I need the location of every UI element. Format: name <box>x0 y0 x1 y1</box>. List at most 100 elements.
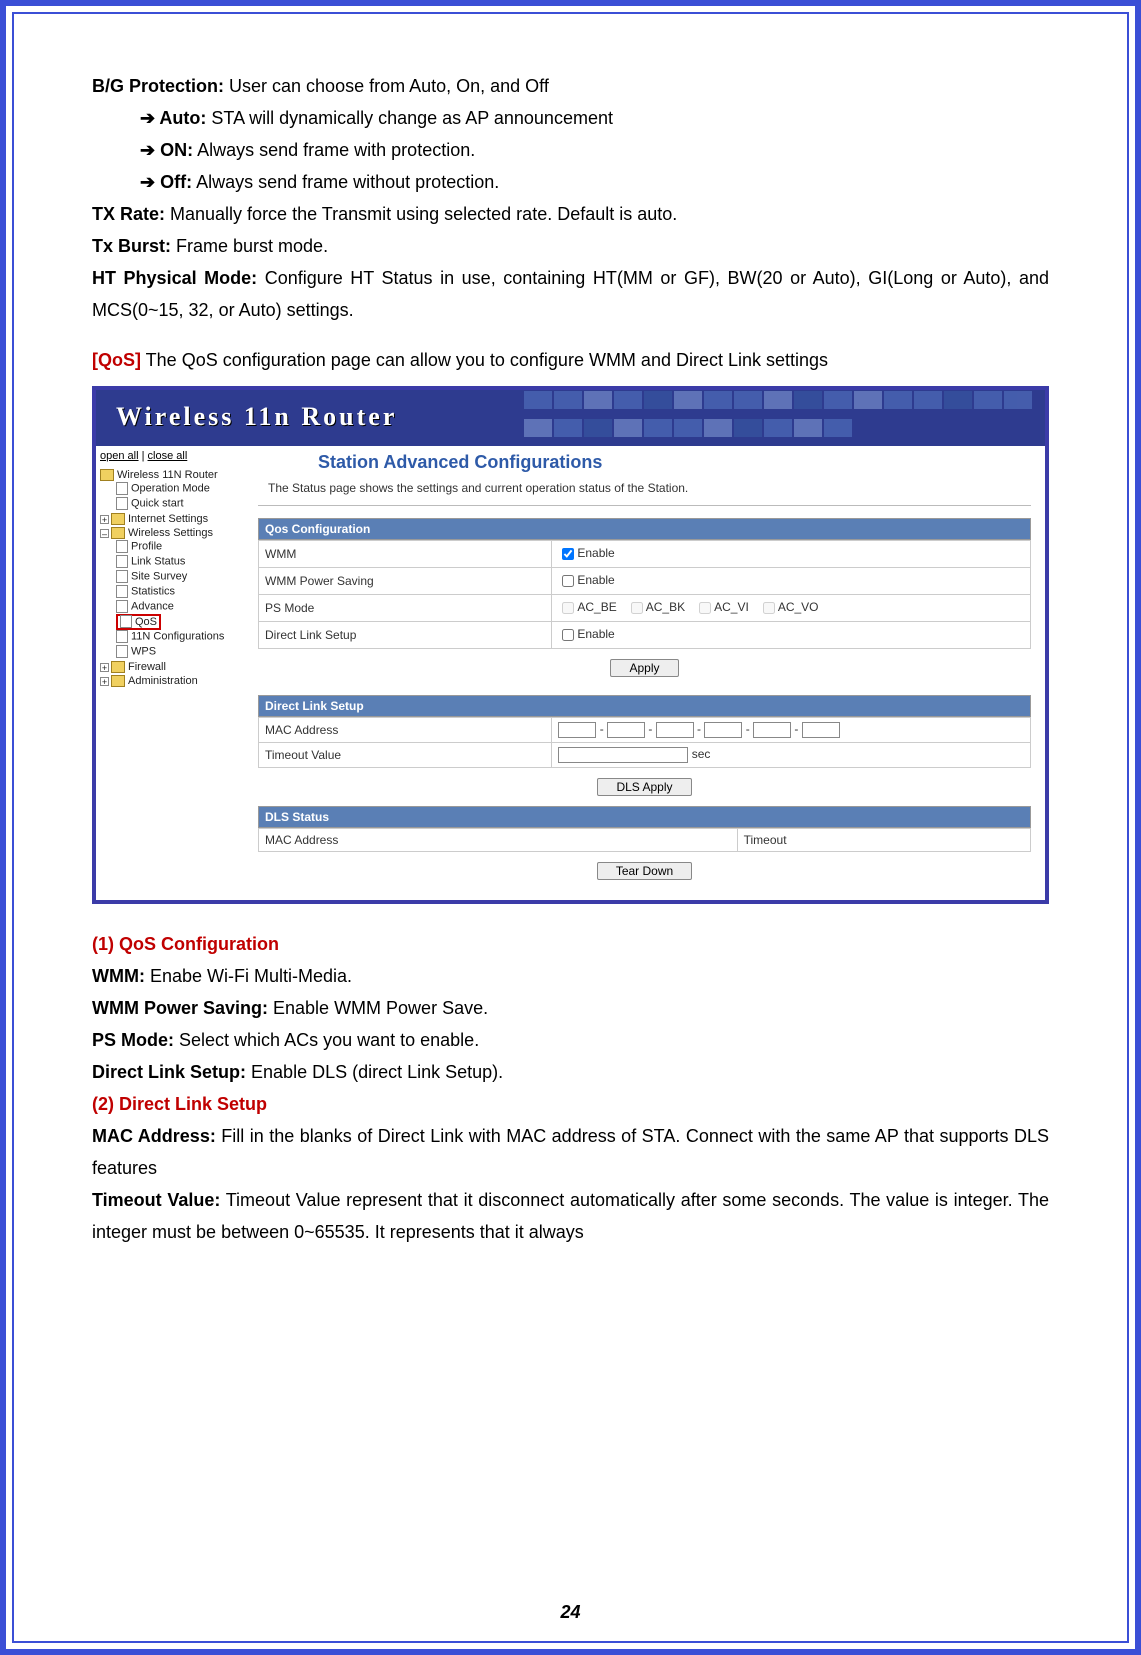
tree-op-mode[interactable]: Operation Mode <box>116 481 240 496</box>
mac-field-5[interactable] <box>753 722 791 738</box>
tree-profile[interactable]: Profile <box>116 539 240 554</box>
qos-panel-head: Qos Configuration <box>258 518 1031 540</box>
tree-admin[interactable]: +Administration <box>100 674 240 688</box>
folder-icon <box>111 661 128 673</box>
section-1-head: (1) QoS Configuration <box>92 934 279 954</box>
page-title: Station Advanced Configurations <box>318 452 1031 473</box>
mac-field-6[interactable] <box>802 722 840 738</box>
dls-checkbox[interactable] <box>562 629 574 641</box>
row-mac-value: - - - - - <box>552 718 1031 743</box>
router-screenshot: Wireless 11n Router open all | close all… <box>92 386 1049 904</box>
main-panel: Station Advanced Configurations The Stat… <box>244 446 1045 900</box>
tree-stats[interactable]: Statistics <box>116 584 240 599</box>
folder-icon <box>111 527 128 539</box>
row-timeout-label: Timeout Value <box>259 743 552 768</box>
txrate-text: Manually force the Transmit using select… <box>165 204 677 224</box>
tree-internet[interactable]: +Internet Settings <box>100 512 240 526</box>
section-2-head: (2) Direct Link Setup <box>92 1094 267 1114</box>
apply-button[interactable]: Apply <box>610 659 678 677</box>
row-wmm-label: WMM <box>259 541 552 568</box>
tree-qos[interactable]: QoS <box>116 614 240 629</box>
teardown-button[interactable]: Tear Down <box>597 862 692 880</box>
timeout-field[interactable] <box>558 747 688 763</box>
open-all-link[interactable]: open all <box>100 450 139 462</box>
bullet-auto: ➔ Auto: STA will dynamically change as A… <box>140 102 1049 134</box>
plus-icon[interactable]: + <box>100 677 109 686</box>
qos-form: WMM Enable WMM Power Saving Enable PS Mo… <box>258 540 1031 649</box>
acvi-checkbox[interactable] <box>699 602 711 614</box>
tree-firewall[interactable]: +Firewall <box>100 660 240 674</box>
dls-panel-head: Direct Link Setup <box>258 695 1031 717</box>
tree-root[interactable]: Wireless 11N Router Operation Mode Quick… <box>100 468 240 512</box>
txburst-label: Tx Burst: <box>92 236 171 256</box>
tree-advance[interactable]: Advance <box>116 599 240 614</box>
dls-apply-button[interactable]: DLS Apply <box>597 778 691 796</box>
tree-11n[interactable]: 11N Configurations <box>116 629 240 644</box>
para-mac: MAC Address: Fill in the blanks of Direc… <box>92 1120 1049 1184</box>
dls-form: MAC Address - - - - - Timeout Value sec <box>258 717 1031 768</box>
banner-decor <box>523 390 1045 446</box>
wmm-text: Enabe Wi-Fi Multi-Media. <box>145 966 352 986</box>
status-col-timeout: Timeout <box>737 829 1030 852</box>
qos-section-head: [QoS] <box>92 350 141 370</box>
tree-wps[interactable]: WPS <box>116 644 240 659</box>
tree-link[interactable]: Link Status <box>116 554 240 569</box>
wmm-label: WMM: <box>92 966 145 986</box>
plus-icon[interactable]: + <box>100 515 109 524</box>
banner: Wireless 11n Router <box>96 390 1045 446</box>
tree-quick[interactable]: Quick start <box>116 496 240 511</box>
mac-field-3[interactable] <box>656 722 694 738</box>
mac-field-4[interactable] <box>704 722 742 738</box>
minus-icon[interactable]: – <box>100 529 109 538</box>
on-label: ON: <box>155 140 193 160</box>
folder-icon <box>111 675 128 687</box>
wmmps-checkbox[interactable] <box>562 575 574 587</box>
folder-icon <box>111 513 128 525</box>
page-icon <box>116 556 131 568</box>
wmm-checkbox[interactable] <box>562 548 574 560</box>
row-dls-value: Enable <box>552 622 1031 649</box>
tree-wireless[interactable]: –Wireless Settings Profile Link Status S… <box>100 526 240 660</box>
para-timeout: Timeout Value: Timeout Value represent t… <box>92 1184 1049 1248</box>
mac-field-1[interactable] <box>558 722 596 738</box>
acbk-checkbox[interactable] <box>631 602 643 614</box>
close-all-link[interactable]: close all <box>148 450 188 462</box>
mac-label: MAC Address: <box>92 1126 216 1146</box>
auto-label: Auto: <box>155 108 206 128</box>
row-mac-label: MAC Address <box>259 718 552 743</box>
row-wmmps-value: Enable <box>552 568 1031 595</box>
nav-tree: open all | close all Wireless 11N Router… <box>96 446 244 900</box>
psmode-label: PS Mode: <box>92 1030 174 1050</box>
page-icon <box>116 586 131 598</box>
status-col-mac: MAC Address <box>259 829 738 852</box>
para-qos-intro: [QoS] The QoS configuration page can all… <box>92 344 1049 376</box>
off-text: Always send frame without protection. <box>192 172 499 192</box>
mac-field-2[interactable] <box>607 722 645 738</box>
plus-icon[interactable]: + <box>100 663 109 672</box>
row-ps-label: PS Mode <box>259 595 552 622</box>
page-desc: The Status page shows the settings and c… <box>268 481 1031 495</box>
tree-survey[interactable]: Site Survey <box>116 569 240 584</box>
bg-protection-label: B/G Protection: <box>92 76 224 96</box>
txburst-text: Frame burst mode. <box>171 236 328 256</box>
page-icon <box>116 541 131 553</box>
page-icon <box>116 646 131 658</box>
row-ps-value: AC_BE AC_BK AC_VI AC_VO <box>552 595 1031 622</box>
row-dls-label: Direct Link Setup <box>259 622 552 649</box>
status-panel-head: DLS Status <box>258 806 1031 828</box>
page-icon <box>120 616 135 628</box>
page-number: 24 <box>14 1602 1127 1623</box>
wmmps-text: Enable WMM Power Save. <box>268 998 488 1018</box>
para-bg-protection: B/G Protection: User can choose from Aut… <box>92 70 1049 102</box>
on-text: Always send frame with protection. <box>193 140 475 160</box>
page-icon <box>116 631 131 643</box>
status-table: MAC Address Timeout <box>258 828 1031 852</box>
acbe-checkbox[interactable] <box>562 602 574 614</box>
qos-section-text: The QoS configuration page can allow you… <box>141 350 828 370</box>
acvo-checkbox[interactable] <box>763 602 775 614</box>
wmmps-label: WMM Power Saving: <box>92 998 268 1018</box>
ht-label: HT Physical Mode: <box>92 268 257 288</box>
psmode-text: Select which ACs you want to enable. <box>174 1030 479 1050</box>
para-ht: HT Physical Mode: Configure HT Status in… <box>92 262 1049 326</box>
dls-label: Direct Link Setup: <box>92 1062 246 1082</box>
